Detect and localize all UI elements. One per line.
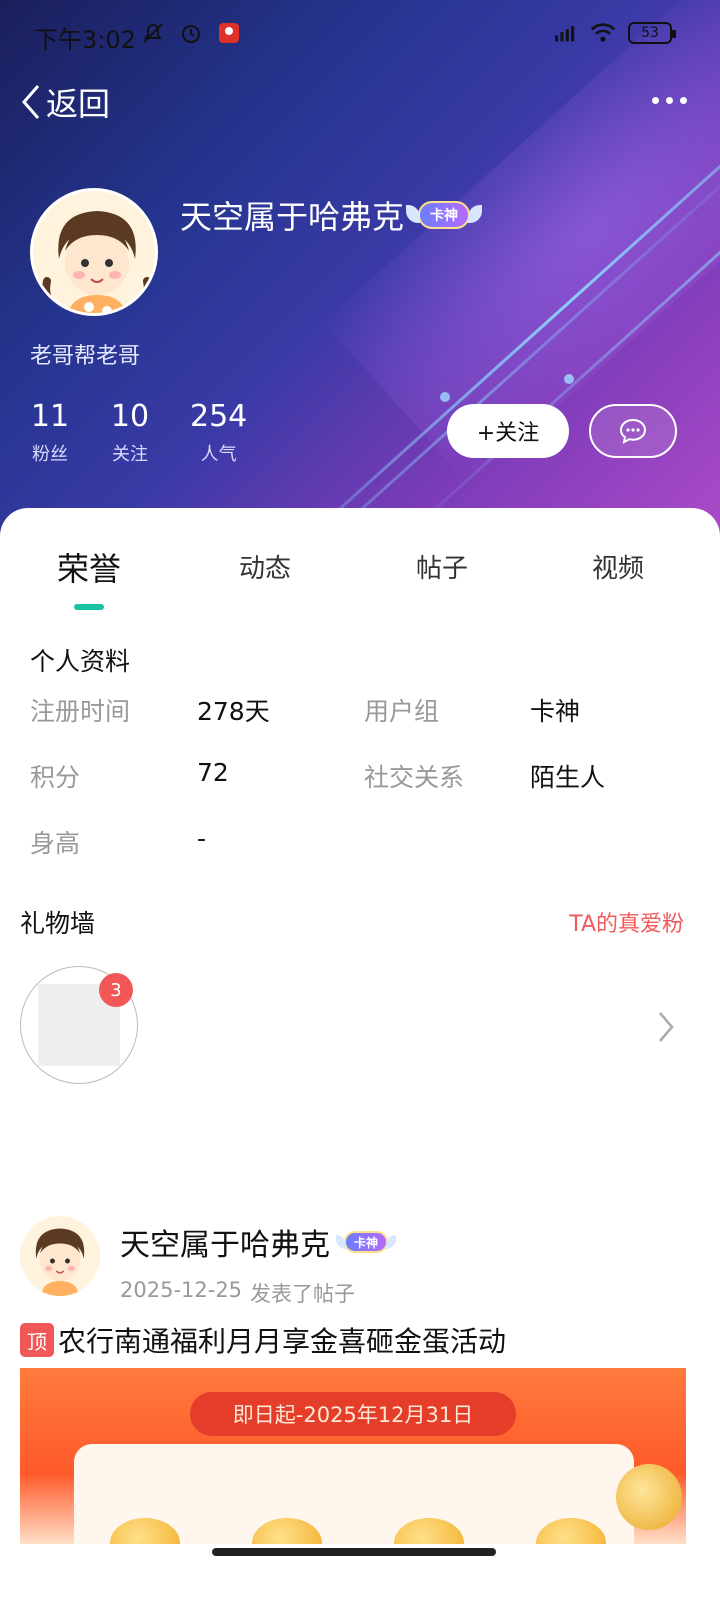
stat-number: 11 bbox=[30, 399, 70, 434]
stat-popularity: 254 人气 bbox=[190, 398, 247, 466]
info-value-user-group: 卡神 bbox=[530, 697, 581, 726]
gift-wall-title: 礼物墙 bbox=[20, 909, 96, 938]
chevron-right-icon[interactable] bbox=[656, 1010, 676, 1044]
avatar[interactable] bbox=[30, 188, 158, 316]
personal-info-grid: 注册时间 278天 用户组 卡神 积分 72 社交关系 陌生人 身高 - bbox=[30, 692, 690, 890]
tab-honor[interactable]: 荣誉 bbox=[29, 544, 149, 590]
info-label-social-relation: 社交关系 bbox=[364, 763, 465, 792]
gift-count-badge: 3 bbox=[99, 973, 133, 1007]
info-row: 积分 72 社交关系 陌生人 bbox=[30, 758, 690, 824]
profile-header-background: 下午3:02 53 返回 天空属于哈弗克 卡神 老哥帮老哥 11 粉丝 10 关… bbox=[0, 0, 720, 560]
post-date: 2025-12-25 bbox=[120, 1278, 243, 1302]
status-time: 下午3:02 bbox=[34, 26, 136, 54]
stat-label: 人气 bbox=[200, 444, 237, 465]
message-button[interactable] bbox=[589, 404, 677, 458]
profile-tabs: 荣誉 动态 帖子 视频 bbox=[0, 548, 720, 628]
profile-username: 天空属于哈弗克 卡神 bbox=[180, 192, 471, 238]
chevron-left-icon bbox=[22, 85, 40, 119]
more-dot-icon bbox=[652, 96, 659, 104]
background-dot bbox=[564, 374, 574, 384]
home-indicator[interactable] bbox=[212, 1548, 496, 1556]
battery-icon: 53 bbox=[628, 22, 676, 44]
status-icons-right: 53 bbox=[552, 20, 676, 46]
info-row: 注册时间 278天 用户组 卡神 bbox=[30, 692, 690, 758]
stat-following[interactable]: 10 关注 bbox=[110, 398, 150, 466]
post-author-avatar[interactable] bbox=[20, 1216, 100, 1296]
back-button[interactable]: 返回 bbox=[18, 78, 110, 126]
more-options-button[interactable] bbox=[652, 90, 692, 110]
gift-item[interactable]: 3 bbox=[20, 966, 138, 1084]
username-text: 天空属于哈弗克 bbox=[180, 198, 405, 236]
true-fans-link[interactable]: TA的真爱粉 bbox=[569, 906, 684, 938]
more-dot-icon bbox=[666, 96, 673, 104]
post-author-badge: 卡神 bbox=[335, 1231, 389, 1253]
back-label: 返回 bbox=[46, 85, 111, 123]
post-image[interactable]: 即日起-2025年12月31日 bbox=[20, 1368, 686, 1544]
stat-number: 10 bbox=[110, 399, 150, 434]
info-value-register-time: 278天 bbox=[197, 697, 270, 726]
post-action: 发表了帖子 bbox=[250, 1282, 356, 1306]
status-icons-left bbox=[140, 20, 242, 46]
avatar-illustration bbox=[20, 1216, 100, 1296]
gold-coin-icon bbox=[616, 1464, 682, 1530]
pinned-tag: 顶 bbox=[20, 1323, 54, 1357]
personal-info-title: 个人资料 bbox=[30, 647, 131, 676]
post-title-text: 农行南通福利月月享金喜砸金蛋活动 bbox=[58, 1325, 507, 1358]
info-label-points: 积分 bbox=[30, 763, 81, 792]
post-title[interactable]: 顶 农行南通福利月月享金喜砸金蛋活动 bbox=[20, 1320, 506, 1360]
alarm-icon bbox=[178, 20, 204, 46]
background-dot bbox=[440, 392, 450, 402]
more-dot-icon bbox=[680, 96, 687, 104]
stat-label: 粉丝 bbox=[32, 444, 68, 465]
info-value-height: - bbox=[197, 824, 207, 853]
active-tab-indicator bbox=[74, 604, 104, 610]
info-label-height: 身高 bbox=[30, 829, 81, 858]
info-row: 身高 - bbox=[30, 824, 690, 890]
tab-activity[interactable]: 动态 bbox=[205, 548, 325, 585]
info-label-register-time: 注册时间 bbox=[30, 697, 131, 726]
profile-bio: 老哥帮老哥 bbox=[30, 344, 141, 369]
info-value-points: 72 bbox=[197, 758, 229, 787]
post-image-banner: 即日起-2025年12月31日 bbox=[190, 1392, 516, 1436]
avatar-illustration bbox=[33, 191, 155, 313]
hd-signal-icon bbox=[552, 20, 578, 46]
info-value-social-relation: 陌生人 bbox=[530, 763, 606, 792]
tab-posts[interactable]: 帖子 bbox=[382, 548, 502, 585]
profile-content: 荣誉 动态 帖子 视频 个人资料 注册时间 278天 用户组 卡神 积分 72 … bbox=[0, 508, 720, 1600]
bell-off-icon bbox=[140, 20, 166, 46]
chat-bubble-icon bbox=[619, 418, 647, 444]
wifi-icon bbox=[590, 20, 616, 46]
stat-label: 关注 bbox=[112, 444, 148, 465]
stat-number: 254 bbox=[190, 399, 248, 434]
status-bar: 下午3:02 53 bbox=[0, 0, 720, 70]
user-badge: 卡神 bbox=[406, 201, 471, 229]
profile-stats: 11 粉丝 10 关注 254 人气 bbox=[30, 398, 247, 466]
stat-followers[interactable]: 11 粉丝 bbox=[30, 398, 70, 466]
info-label-user-group: 用户组 bbox=[364, 697, 440, 726]
follow-button[interactable]: +关注 bbox=[447, 404, 569, 458]
post-author: 天空属于哈弗克 卡神 bbox=[120, 1220, 389, 1264]
post-meta: 2025-12-25 发表了帖子 bbox=[120, 1278, 355, 1308]
tab-videos[interactable]: 视频 bbox=[558, 548, 678, 585]
post-author-name: 天空属于哈弗克 bbox=[120, 1228, 330, 1263]
app-notification-icon bbox=[216, 20, 242, 46]
